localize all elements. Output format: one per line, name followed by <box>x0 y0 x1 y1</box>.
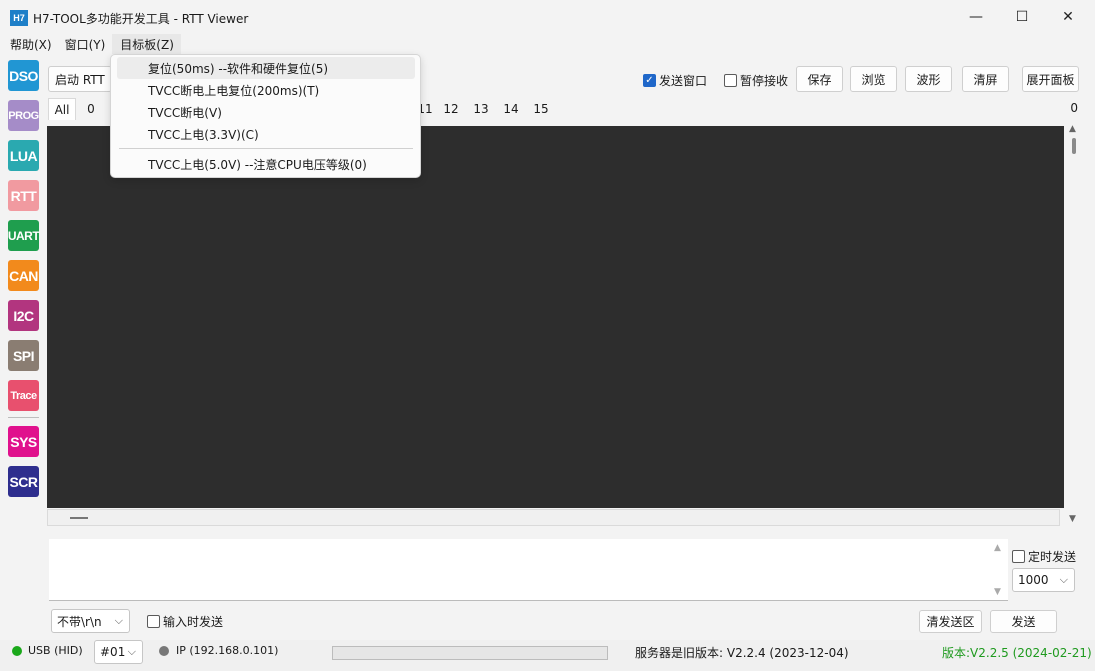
channel-tabs-right: 11 12 13 14 15 <box>414 98 556 122</box>
window-title: H7-TOOL多功能开发工具 - RTT Viewer <box>33 12 249 26</box>
sidebar-button-can[interactable]: CAN <box>8 260 39 291</box>
send-area-scrollbar[interactable]: ▲ ▼ <box>990 539 1008 601</box>
minimize-button[interactable]: — <box>953 0 999 34</box>
sidebar-button-uart[interactable]: UART <box>8 220 40 251</box>
browse-button[interactable]: 浏览 <box>850 66 897 92</box>
send-window-checkbox[interactable]: ✓ 发送窗口 <box>643 72 707 89</box>
sidebar-button-trace[interactable]: Trace <box>8 380 39 411</box>
progress-bar <box>332 646 608 660</box>
pause-receive-checkbox[interactable]: 暂停接收 <box>724 72 788 89</box>
checkbox-icon <box>147 615 160 628</box>
line-ending-value: 不带\r\n <box>57 614 102 629</box>
checkbox-checked-icon: ✓ <box>643 74 656 87</box>
send-on-input-label: 输入时发送 <box>163 615 224 629</box>
hscroll-thumb[interactable] <box>70 517 88 519</box>
send-text-area[interactable] <box>49 539 1008 601</box>
menu-item-tvcc-power-cycle-reset[interactable]: TVCC断电上电复位(200ms)(T) <box>117 79 415 101</box>
line-ending-select[interactable]: 不带\r\n ⌵ <box>51 609 130 633</box>
menu-item-reset-50ms[interactable]: 复位(50ms) --软件和硬件复位(5) <box>117 57 415 79</box>
waveform-button[interactable]: 波形 <box>905 66 952 92</box>
send-on-input-checkbox[interactable]: 输入时发送 <box>147 613 223 630</box>
output-vertical-scrollbar[interactable]: ▲ ▼ <box>1066 120 1082 528</box>
tab-channel-13[interactable]: 13 <box>466 98 496 120</box>
expand-panel-button[interactable]: 展开面板 <box>1022 66 1079 92</box>
device-select-value: #01 <box>100 645 126 659</box>
send-scroll-down-icon[interactable]: ▼ <box>994 587 1001 597</box>
scroll-thumb[interactable] <box>1072 138 1076 154</box>
sidebar-button-spi[interactable]: SPI <box>8 340 39 371</box>
clear-screen-button[interactable]: 清屏 <box>962 66 1009 92</box>
output-horizontal-scrollbar[interactable] <box>47 509 1060 526</box>
menu-target-board[interactable]: 目标板(Z) <box>112 34 181 54</box>
maximize-button[interactable]: ☐ <box>999 0 1045 34</box>
title-bar: H7 H7-TOOL多功能开发工具 - RTT Viewer — ☐ ✕ <box>0 0 1095 34</box>
interval-value: 1000 <box>1018 573 1049 587</box>
tab-channel-0[interactable]: 0 <box>76 98 106 120</box>
ip-status-dot <box>159 646 169 656</box>
checkbox-icon <box>1012 550 1025 563</box>
menu-window[interactable]: 窗口(Y) <box>59 34 113 54</box>
sidebar-button-i2c[interactable]: I2C <box>8 300 39 331</box>
sidebar-divider <box>8 417 39 418</box>
server-version-text: 服务器是旧版本: V2.2.4 (2023-12-04) <box>635 646 849 660</box>
sidebar-button-dso[interactable]: DSO <box>8 60 39 91</box>
scroll-down-icon[interactable]: ▼ <box>1069 514 1076 524</box>
chevron-down-icon: ⌵ <box>114 614 123 627</box>
tab-channel-15[interactable]: 15 <box>526 98 556 120</box>
menu-item-tvcc-power-on-3v3[interactable]: TVCC上电(3.3V)(C) <box>117 123 415 145</box>
sidebar-button-sys[interactable]: SYS <box>8 426 39 457</box>
tab-channel-12[interactable]: 12 <box>436 98 466 120</box>
scroll-up-icon[interactable]: ▲ <box>1069 124 1076 134</box>
chevron-down-icon: ⌵ <box>127 645 136 658</box>
timed-send-label: 定时发送 <box>1028 550 1077 564</box>
timed-send-checkbox[interactable]: 定时发送 <box>1012 548 1076 565</box>
clear-send-area-button[interactable]: 清发送区 <box>919 610 982 633</box>
channel-tabs: All 0 <box>48 98 106 122</box>
sidebar-button-prog[interactable]: PROG <box>8 100 39 131</box>
sidebar-button-rtt[interactable]: RTT <box>8 180 39 211</box>
start-rtt-button[interactable]: 启动 RTT <box>48 66 112 92</box>
menu-item-tvcc-power-on-5v[interactable]: TVCC上电(5.0V) --注意CPU电压等级(0) <box>117 153 415 175</box>
sidebar-button-lua[interactable]: LUA <box>8 140 39 171</box>
menu-separator <box>119 148 413 149</box>
pause-receive-label: 暂停接收 <box>740 74 789 88</box>
send-scroll-up-icon[interactable]: ▲ <box>994 543 1001 553</box>
device-select[interactable]: #01 ⌵ <box>94 640 143 664</box>
send-window-label: 发送窗口 <box>659 74 708 88</box>
rtt-output-area[interactable] <box>47 126 1064 508</box>
usb-status-label: USB (HID) <box>28 644 83 657</box>
menu-help[interactable]: 帮助(X) <box>0 34 59 54</box>
target-board-dropdown: 复位(50ms) --软件和硬件复位(5) TVCC断电上电复位(200ms)(… <box>110 54 421 178</box>
save-button[interactable]: 保存 <box>796 66 843 92</box>
sidebar-button-scr[interactable]: SCR <box>8 466 39 497</box>
close-button[interactable]: ✕ <box>1045 0 1091 34</box>
interval-select[interactable]: 1000 ⌵ <box>1012 568 1075 592</box>
usb-status-dot <box>12 646 22 656</box>
tab-channel-14[interactable]: 14 <box>496 98 526 120</box>
menu-item-tvcc-power-off[interactable]: TVCC断电(V) <box>117 101 415 123</box>
received-counter: 0 <box>1070 101 1078 115</box>
tab-all[interactable]: All <box>48 98 76 120</box>
chevron-down-icon: ⌵ <box>1059 573 1068 586</box>
send-button[interactable]: 发送 <box>990 610 1057 633</box>
menu-bar: 帮助(X) 窗口(Y) 目标板(Z) <box>0 34 1095 54</box>
ip-status-label: IP (192.168.0.101) <box>176 644 279 657</box>
checkbox-icon <box>724 74 737 87</box>
local-version-text: 版本:V2.2.5 (2024-02-21) <box>942 646 1092 660</box>
app-icon: H7 <box>10 10 28 26</box>
